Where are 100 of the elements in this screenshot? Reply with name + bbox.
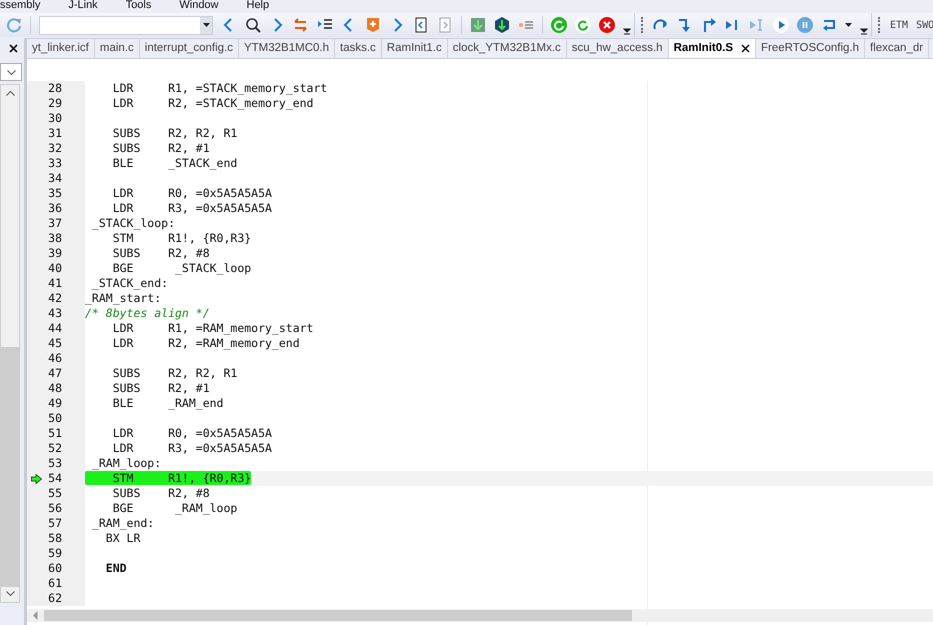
code-line: _STACK_end:: [90, 276, 168, 290]
code-line: LDR R3, =0x5A5A5A5A: [112, 201, 272, 215]
code-line: END: [104, 561, 127, 575]
code-line: LDR R1, =STACK_memory_start: [112, 81, 328, 95]
line-number: 34: [48, 171, 62, 186]
file-tab[interactable]: RamInit0.S: [668, 39, 756, 58]
line-number: 53: [48, 456, 62, 471]
file-tab[interactable]: FreeRTOSConfig.h: [756, 39, 866, 58]
pause-icon[interactable]: [797, 17, 813, 33]
line-number: 28: [48, 81, 62, 96]
line-number: 40: [48, 261, 62, 276]
file-tab[interactable]: clock_YTM32B1Mx.c: [448, 39, 567, 58]
line-number: 58: [48, 531, 62, 546]
line-number: 59: [48, 546, 62, 561]
code-line: BX LR: [104, 531, 140, 545]
restart-icon[interactable]: [551, 17, 567, 33]
line-number: 42: [48, 291, 62, 306]
line-number: 48: [48, 381, 62, 396]
line-number: 57: [48, 516, 62, 531]
swap-arrows-icon[interactable]: [293, 17, 309, 33]
dropdown-caret-icon[interactable]: [202, 23, 210, 27]
file-tab[interactable]: RamInit1.c: [382, 39, 448, 58]
code-line: SUBS R2, #1: [112, 381, 210, 395]
download-icon[interactable]: [470, 17, 486, 33]
menu-item[interactable]: J-Link: [68, 0, 98, 10]
refresh-icon[interactable]: [575, 17, 591, 33]
file-tab[interactable]: flexcan_dr: [865, 39, 930, 58]
line-number: 35: [48, 186, 62, 201]
line-number: 56: [48, 501, 62, 516]
line-number: 45: [48, 336, 62, 351]
line-number: 29: [48, 96, 62, 111]
line-number: 36: [48, 201, 62, 216]
code-line: LDR R0, =0x5A5A5A5A: [112, 426, 272, 440]
line-number: 44: [48, 321, 62, 336]
line-number: 60: [48, 561, 62, 576]
step-into-icon[interactable]: [677, 17, 693, 33]
code-comment: /* 8bytes align */: [85, 306, 210, 320]
scroll-down-icon[interactable]: [6, 591, 14, 596]
scroll-up-icon[interactable]: [6, 91, 14, 96]
panel-dropdown[interactable]: [0, 63, 22, 81]
code-line: _STACK_loop:: [90, 216, 176, 230]
dropdown-caret-icon[interactable]: [845, 23, 852, 27]
code-line: SUBS R2, #1: [112, 141, 210, 155]
download-hexagon-icon[interactable]: [494, 17, 510, 33]
line-number: 61: [48, 576, 62, 591]
code-line: BGE _STACK_loop: [112, 261, 252, 275]
search-icon[interactable]: [245, 17, 261, 33]
close-icon[interactable]: [9, 44, 18, 52]
line-number: 41: [48, 276, 62, 291]
line-number: 47: [48, 366, 62, 381]
line-number: 43: [48, 306, 62, 321]
file-tab[interactable]: interrupt_config.c: [140, 39, 239, 58]
line-number: 38: [48, 231, 62, 246]
line-number: 54: [48, 471, 62, 486]
code-line: LDR R0, =0x5A5A5A5A: [112, 186, 272, 200]
line-number: 55: [48, 486, 62, 501]
file-tab[interactable]: main.c: [94, 39, 140, 58]
line-number: 49: [48, 396, 62, 411]
menu-item[interactable]: Window: [179, 0, 218, 10]
code-line: _RAM_loop:: [90, 456, 162, 470]
line-number: 31: [48, 126, 62, 141]
chevron-down-icon[interactable]: [6, 70, 16, 74]
line-number: 52: [48, 441, 62, 456]
line-number: 46: [48, 351, 62, 366]
step-out-icon[interactable]: [701, 17, 717, 33]
code-line: SUBS R2, R2, R1: [112, 126, 238, 140]
line-number: 37: [48, 216, 62, 231]
code-line: BGE _RAM_loop: [112, 501, 238, 515]
menu-item[interactable]: ssembly: [0, 0, 40, 10]
line-number: 33: [48, 156, 62, 171]
code-line: LDR R1, =RAM_memory_start: [112, 321, 314, 335]
trace-button[interactable]: ETM: [890, 20, 908, 30]
line-number: 51: [48, 426, 62, 441]
bookmark-plus-icon[interactable]: [365, 17, 381, 33]
code-line: _RAM_start:: [85, 291, 162, 305]
file-tab[interactable]: yt_linker.icf: [27, 39, 95, 58]
page-left-icon[interactable]: [413, 17, 429, 33]
code-line: SUBS R2, #8: [112, 246, 210, 260]
horizontal-scrollbar[interactable]: [27, 609, 933, 622]
play-icon[interactable]: [773, 17, 789, 33]
line-number: 32: [48, 141, 62, 156]
menu-item[interactable]: Help: [246, 0, 270, 10]
code-line: STM R1!, {R0,R3}: [112, 231, 252, 245]
code-line: _RAM_end:: [90, 516, 154, 530]
vertical-scrollbar[interactable]: [0, 84, 20, 603]
scroll-left-icon[interactable]: [33, 611, 38, 620]
code-line: SUBS R2, R2, R1: [112, 366, 238, 380]
code-line: LDR R3, =0x5A5A5A5A: [112, 441, 272, 455]
close-icon[interactable]: [741, 44, 750, 53]
line-number: 39: [48, 246, 62, 261]
file-tab[interactable]: tasks.c: [335, 39, 382, 58]
code-line: LDR R2, =RAM_memory_end: [112, 336, 300, 350]
code-line: LDR R2, =STACK_memory_end: [112, 96, 314, 110]
file-tab[interactable]: YTM32B1MC0.h: [238, 39, 335, 58]
stop-icon[interactable]: [599, 17, 615, 33]
menu-item[interactable]: Tools: [126, 0, 152, 10]
line-number: 30: [48, 111, 62, 126]
line-number: 62: [48, 591, 62, 606]
code-line: BLE _RAM_end: [112, 396, 224, 410]
return-icon[interactable]: [821, 17, 837, 33]
